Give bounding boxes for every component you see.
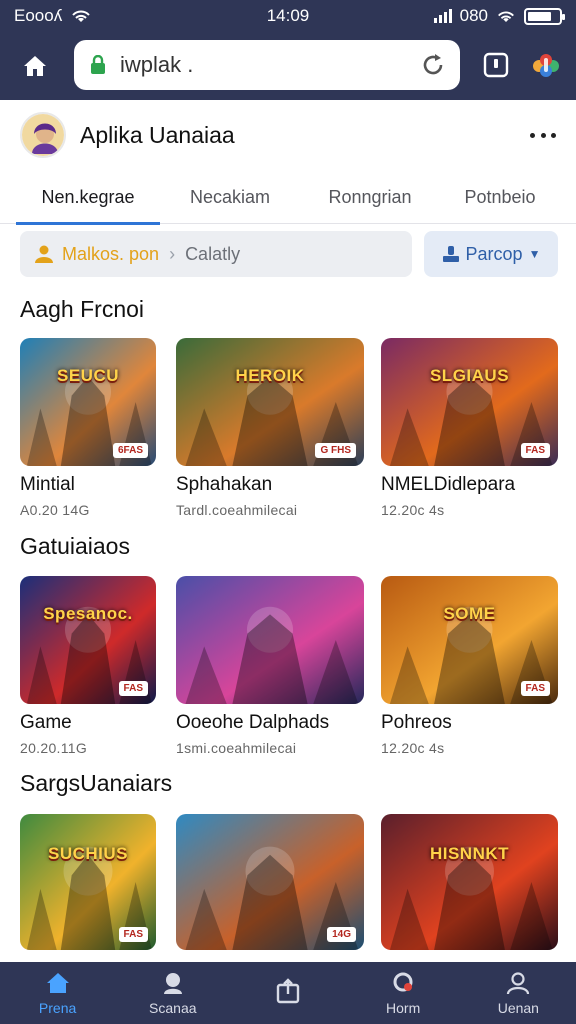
browser-toolbar: iwplak . (0, 32, 576, 100)
game-title[interactable]: Ooeohe Dalphads (176, 712, 364, 734)
game-thumbnail[interactable]: HISNNKT (381, 814, 558, 950)
game-title[interactable]: Game (20, 712, 156, 734)
avatar[interactable] (20, 112, 66, 158)
game-card[interactable]: SOME FAS Pohreos 12.20c 4s (381, 576, 558, 756)
battery-icon (524, 7, 565, 25)
lock-icon (91, 55, 105, 74)
game-title[interactable]: NMELDidlepara (381, 474, 558, 496)
game-card[interactable]: Ooeohe Dalphads 1smi.coeahmilecai (176, 576, 364, 756)
game-meta: 12.20c 4s (381, 502, 445, 518)
user-icon (35, 245, 53, 263)
tab-second[interactable]: Necakiam (160, 170, 300, 224)
status-bar: Eoooʎ 14:09 080 (0, 0, 576, 32)
nav-label-profile: Uenan (497, 1000, 539, 1016)
category-tabs: Nen.kegrae Necakiam Ronngrian Potnbeio (0, 170, 576, 225)
app-title: Aplika Uanaiaa (80, 121, 235, 148)
rating-badge: G FHS (315, 443, 356, 458)
game-logo-text: HEROIK (235, 366, 305, 385)
battery-label: 080 (459, 6, 488, 25)
section-title: SargsUanaiars (20, 770, 173, 796)
nav-label-search: Scanaa (149, 1000, 197, 1016)
person-icon (442, 246, 459, 262)
rating-badge: FAS (118, 927, 148, 942)
mic-icon[interactable] (530, 50, 562, 82)
game-meta: Tardl.coeahmilecai (176, 502, 298, 518)
nav-item-search[interactable]: Scanaa (123, 962, 223, 1024)
home-icon (46, 973, 69, 993)
game-card[interactable]: 14G (176, 814, 364, 950)
nav-item-share[interactable] (238, 962, 338, 1024)
rating-badge: FAS (118, 681, 148, 696)
browser-home-button[interactable] (18, 49, 52, 83)
game-card[interactable]: SUCHIUS FAS (20, 814, 156, 950)
tab-featured[interactable]: Nen.kegrae (16, 170, 160, 225)
chevron-down-icon: ▼ (528, 247, 541, 261)
game-card[interactable]: SLGIAUS FAS NMELDidlepara 12.20c 4s (381, 338, 558, 518)
url-text: iwplak . (120, 52, 194, 77)
rating-badge: 14G (327, 927, 356, 942)
carrier-label: Eoooʎ (14, 6, 63, 25)
notification-icon (393, 972, 413, 992)
nav-label-home: Prena (38, 1000, 77, 1016)
tabs-icon[interactable] (482, 51, 510, 79)
rating-badge: FAS (520, 681, 550, 696)
clock: 14:09 (266, 6, 310, 25)
game-logo-text: HISNNKT (429, 844, 510, 863)
game-logo-text: SOME (443, 604, 496, 623)
home-icon (24, 56, 46, 76)
breadcrumb[interactable]: Malkos. pon › Calatly (20, 231, 412, 277)
nav-item-notifications[interactable]: Horm (353, 962, 453, 1024)
game-thumbnail[interactable]: SOME FAS (381, 576, 558, 704)
game-title[interactable]: Sphahakan (176, 474, 364, 496)
game-meta: 12.20c 4s (381, 740, 445, 756)
bottom-navigation: Prena Scanaa Horm Uenan (0, 962, 576, 1024)
nav-label-notifications: Horm (386, 1000, 421, 1016)
game-thumbnail[interactable]: SEUCU 6FAS (20, 338, 156, 466)
game-meta: 20.20.11G (20, 740, 88, 756)
url-bar[interactable]: iwplak . (74, 40, 460, 90)
tab-fourth[interactable]: Potnbeio (440, 170, 560, 224)
app-header: Aplika Uanaiaa (0, 100, 576, 170)
game-card[interactable]: HISNNKT (381, 814, 558, 950)
breadcrumb-item-1[interactable]: Malkos. pon (62, 244, 159, 265)
game-thumbnail[interactable]: SUCHIUS FAS (20, 814, 156, 950)
filter-dropdown-label: Parcop (465, 243, 523, 264)
game-meta: 1smi.coeahmilecai (176, 740, 297, 756)
game-logo-text: Spesanoc. (43, 604, 133, 623)
avatar-image (22, 114, 64, 156)
game-thumbnail[interactable]: SLGIAUS FAS (381, 338, 558, 466)
nav-item-home[interactable]: Prena (8, 962, 108, 1024)
game-thumbnail[interactable] (176, 576, 364, 704)
breadcrumb-item-2[interactable]: Calatly (185, 244, 240, 265)
tab-third[interactable]: Ronngrian (300, 170, 440, 224)
section-title: Aagh Frcnoi (20, 296, 145, 322)
game-card[interactable]: HEROIK G FHS Sphahakan Tardl.coeahmilecai (176, 338, 364, 518)
wifi-icon-right (498, 11, 514, 22)
share-icon (276, 978, 300, 1004)
section-title: Gatuiaiaos (20, 533, 130, 559)
game-logo-text: SUCHIUS (47, 844, 128, 863)
wifi-icon (72, 10, 90, 22)
game-title[interactable]: Mintial (20, 474, 156, 496)
game-title[interactable]: Pohreos (381, 712, 558, 734)
game-thumbnail[interactable]: HEROIK G FHS (176, 338, 364, 466)
rating-badge: 6FAS (112, 443, 148, 458)
rating-badge: FAS (520, 443, 550, 458)
battery-fill (528, 11, 551, 21)
search-icon (163, 973, 182, 994)
chevron-right-icon: › (169, 243, 176, 264)
game-meta: A0.20 14G (20, 502, 90, 518)
nav-item-profile[interactable]: Uenan (468, 962, 568, 1024)
game-thumbnail[interactable]: Spesanoc. FAS (20, 576, 156, 704)
profile-icon (507, 972, 530, 995)
game-logo-text: SEUCU (56, 366, 119, 385)
game-card[interactable]: Spesanoc. FAS Game 20.20.11G (20, 576, 156, 756)
filter-dropdown[interactable]: Parcop ▼ (424, 231, 558, 277)
game-logo-text: SLGIAUS (429, 366, 510, 385)
more-options-icon[interactable] (530, 122, 556, 148)
signal-icon (433, 9, 452, 23)
reload-icon[interactable] (418, 50, 448, 80)
game-thumbnail[interactable]: 14G (176, 814, 364, 950)
game-card[interactable]: SEUCU 6FAS Mintial A0.20 14G (20, 338, 156, 518)
